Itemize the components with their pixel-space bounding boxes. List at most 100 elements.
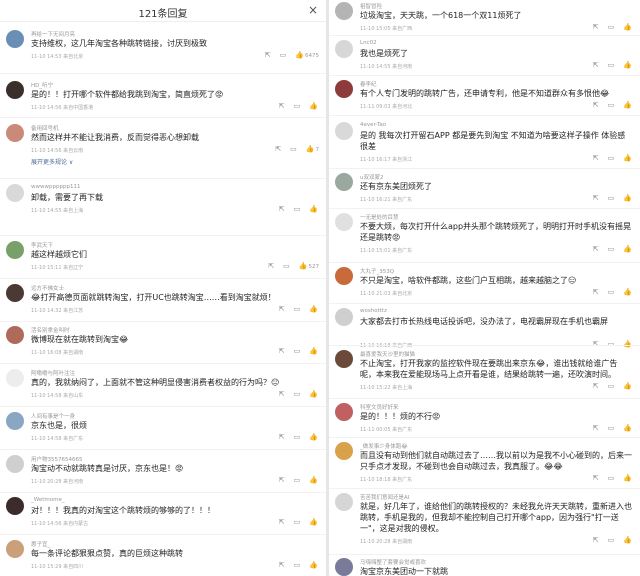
like-icon[interactable]: 👍 <box>623 245 633 253</box>
username[interactable]: 活名别拿金叫时 <box>31 326 70 334</box>
username[interactable]: 最喜爱我天沙里的猫猫 <box>360 350 415 358</box>
avatar[interactable] <box>6 81 24 99</box>
share-icon[interactable]: ⇱ <box>593 61 599 69</box>
like-icon[interactable]: 👍 <box>623 340 633 348</box>
avatar[interactable] <box>335 122 353 140</box>
like-icon[interactable]: 👍 <box>623 536 633 544</box>
reply-icon[interactable]: ▭ <box>294 205 301 213</box>
share-icon[interactable]: ⇱ <box>593 23 599 31</box>
share-icon[interactable]: ⇱ <box>593 340 599 348</box>
like-icon[interactable]: 👍 <box>623 474 633 482</box>
share-icon[interactable]: ⇱ <box>593 382 599 390</box>
like-icon[interactable]: 👍 <box>623 194 633 202</box>
avatar[interactable] <box>6 326 24 344</box>
share-icon[interactable]: ⇱ <box>279 205 285 213</box>
username[interactable]: 一无是处的目慧 <box>360 213 399 221</box>
reply-icon[interactable]: ▭ <box>294 347 301 355</box>
avatar[interactable] <box>6 241 24 259</box>
avatar[interactable] <box>6 30 24 48</box>
avatar[interactable] <box>335 80 353 98</box>
reply-icon[interactable]: ▭ <box>608 23 615 31</box>
share-icon[interactable]: ⇱ <box>279 518 285 526</box>
share-icon[interactable]: ⇱ <box>593 424 599 432</box>
reply-icon[interactable]: ▭ <box>608 194 615 202</box>
username[interactable]: woshotttz <box>360 308 387 314</box>
reply-icon[interactable]: ▭ <box>608 474 615 482</box>
share-icon[interactable]: ⇱ <box>268 262 274 270</box>
like-icon[interactable]: 👍 <box>309 102 319 110</box>
reply-icon[interactable]: ▭ <box>294 390 301 398</box>
username[interactable]: 科室文员好好来 <box>360 403 399 411</box>
username[interactable]: 阿嘞嘞与阿叶注注 <box>31 369 75 377</box>
username[interactable]: 春李纪 <box>360 80 377 88</box>
avatar[interactable] <box>335 442 353 460</box>
avatar[interactable] <box>335 493 353 511</box>
close-icon[interactable]: × <box>308 3 318 17</box>
username[interactable]: 备用回号机 <box>31 124 59 132</box>
username[interactable]: 马嗨嗨整了套要会觉或喜欢 <box>360 558 426 566</box>
reply-icon[interactable]: ▭ <box>608 245 615 253</box>
avatar[interactable] <box>6 124 24 142</box>
like-icon[interactable]: 👍6475 <box>295 51 319 59</box>
like-icon[interactable]: 👍 <box>623 424 633 432</box>
share-icon[interactable]: ⇱ <box>593 474 599 482</box>
reply-icon[interactable]: ▭ <box>608 536 615 544</box>
reply-icon[interactable]: ▭ <box>294 476 301 484</box>
reply-icon[interactable]: ▭ <box>294 518 301 526</box>
like-icon[interactable]: 👍 <box>309 561 319 569</box>
like-icon[interactable]: 👍527 <box>299 262 319 270</box>
share-icon[interactable]: ⇱ <box>279 102 285 110</box>
reply-icon[interactable]: ▭ <box>608 382 615 390</box>
username[interactable]: 人间有事是个一身 <box>31 412 75 420</box>
reply-icon[interactable]: ▭ <box>294 561 301 569</box>
username[interactable]: 用户物3557654665 <box>31 455 83 463</box>
like-icon[interactable]: 👍 <box>309 476 319 484</box>
reply-icon[interactable]: ▭ <box>283 262 290 270</box>
reply-icon[interactable]: ▭ <box>290 145 297 153</box>
reply-icon[interactable]: ▭ <box>608 154 615 162</box>
share-icon[interactable]: ⇱ <box>279 476 285 484</box>
like-icon[interactable]: 👍7 <box>306 145 319 153</box>
like-icon[interactable]: 👍 <box>623 101 633 109</box>
reply-icon[interactable]: ▭ <box>608 101 615 109</box>
avatar[interactable] <box>335 308 353 326</box>
avatar[interactable] <box>335 173 353 191</box>
avatar[interactable] <box>335 403 353 421</box>
username[interactable]: 祖智冒险 <box>360 2 382 10</box>
reply-icon[interactable]: ▭ <box>608 424 615 432</box>
username[interactable]: HD_听宁 <box>31 81 53 89</box>
share-icon[interactable]: ⇱ <box>593 536 599 544</box>
username[interactable]: 再给一下无间月亮 <box>31 30 75 38</box>
avatar[interactable] <box>335 267 353 285</box>
share-icon[interactable]: ⇱ <box>265 51 271 59</box>
reply-icon[interactable]: ▭ <box>294 305 301 313</box>
username[interactable]: _Wetmome_ <box>31 497 65 503</box>
avatar[interactable] <box>6 540 24 558</box>
avatar[interactable] <box>335 2 353 20</box>
share-icon[interactable]: ⇱ <box>279 305 285 313</box>
share-icon[interactable]: ⇱ <box>593 101 599 109</box>
username[interactable]: 李武天下 <box>31 241 53 249</box>
share-icon[interactable]: ⇱ <box>279 433 285 441</box>
username[interactable]: _做发事少身体跑😂 <box>360 442 408 450</box>
username[interactable]: 4ever-Tao <box>360 122 386 128</box>
like-icon[interactable]: 👍 <box>309 205 319 213</box>
share-icon[interactable]: ⇱ <box>593 194 599 202</box>
like-icon[interactable]: 👍 <box>623 288 633 296</box>
username[interactable]: Lnc02 <box>360 40 377 46</box>
avatar[interactable] <box>6 412 24 430</box>
expand-replies-link[interactable]: 展开更多规论 ∨ <box>31 157 73 166</box>
reply-icon[interactable]: ▭ <box>280 51 287 59</box>
like-icon[interactable]: 👍 <box>623 23 633 31</box>
avatar[interactable] <box>6 284 24 302</box>
username[interactable]: 大丸子_353Q <box>360 267 394 275</box>
avatar[interactable] <box>6 369 24 387</box>
avatar[interactable] <box>6 184 24 202</box>
avatar[interactable] <box>6 455 24 473</box>
share-icon[interactable]: ⇱ <box>593 154 599 162</box>
reply-icon[interactable]: ▭ <box>608 288 615 296</box>
like-icon[interactable]: 👍 <box>309 433 319 441</box>
reply-icon[interactable]: ▭ <box>294 102 301 110</box>
like-icon[interactable]: 👍 <box>309 347 319 355</box>
username[interactable]: 惠子宜_ <box>31 540 50 548</box>
